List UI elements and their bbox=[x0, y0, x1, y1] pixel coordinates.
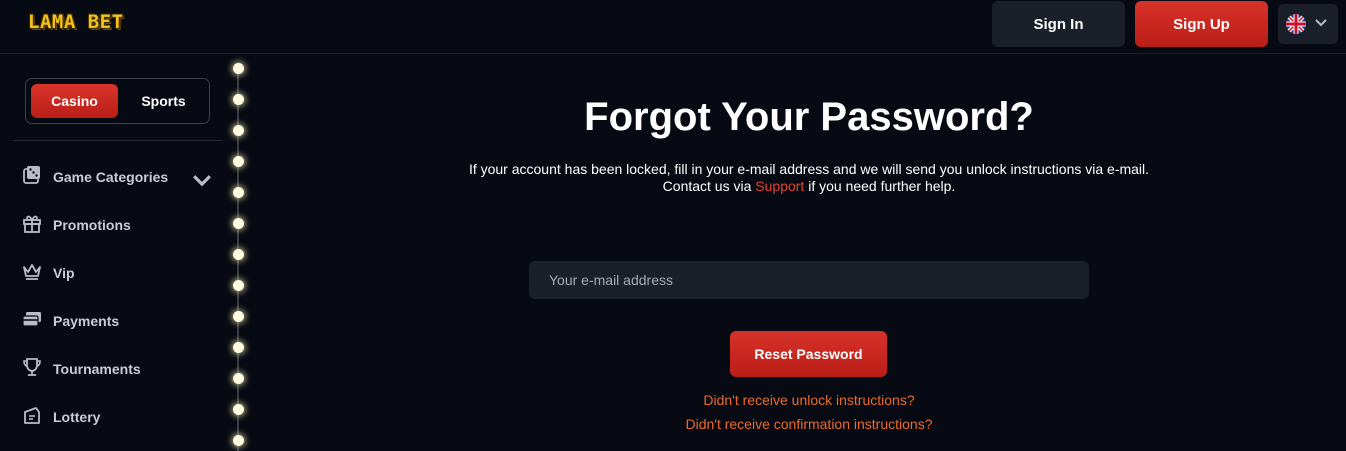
confirmation-instructions-link[interactable]: Didn't receive confirmation instructions… bbox=[580, 416, 1038, 432]
email-input[interactable] bbox=[529, 261, 1089, 299]
description-line: If your account has been locked, fill in… bbox=[468, 161, 1150, 177]
chevron-down-icon[interactable] bbox=[191, 170, 213, 197]
chevron-down-icon bbox=[1314, 15, 1328, 33]
sidebar-item-tournaments[interactable]: Tournaments bbox=[21, 354, 221, 384]
cards-icon bbox=[21, 308, 43, 335]
sports-tab[interactable]: Sports bbox=[121, 84, 206, 118]
language-selector[interactable] bbox=[1278, 4, 1338, 44]
ticket-icon bbox=[21, 404, 43, 431]
sidebar-item-label: Vip bbox=[53, 265, 75, 281]
light-bulb bbox=[233, 218, 244, 229]
contact-text-after: if you need further help. bbox=[808, 178, 956, 194]
sidebar-item-promotions[interactable]: Promotions bbox=[21, 210, 221, 240]
support-link[interactable]: Support bbox=[755, 178, 804, 194]
gift-icon bbox=[21, 212, 43, 239]
light-bulb bbox=[233, 63, 244, 74]
unlock-instructions-link[interactable]: Didn't receive unlock instructions? bbox=[580, 392, 1038, 408]
sidebar-item-lottery[interactable]: Lottery bbox=[21, 402, 221, 432]
light-bulb bbox=[233, 249, 244, 260]
reset-password-button[interactable]: Reset Password bbox=[730, 331, 887, 377]
trophy-icon bbox=[21, 356, 43, 383]
casino-tab[interactable]: Casino bbox=[31, 84, 118, 118]
sidebar-item-label: Lottery bbox=[53, 409, 101, 425]
sidebar-divider bbox=[13, 140, 222, 141]
page-title: Forgot Your Password? bbox=[584, 95, 1034, 139]
casino-sports-switch: Casino Sports bbox=[25, 78, 210, 124]
sidebar-item-game-categories[interactable]: Game Categories bbox=[21, 162, 221, 192]
sign-in-button[interactable]: Sign In bbox=[992, 1, 1125, 47]
light-bulb bbox=[233, 280, 244, 291]
contact-text: Contact us via bbox=[662, 178, 752, 194]
crown-icon bbox=[21, 260, 43, 287]
uk-flag-icon bbox=[1286, 14, 1306, 34]
sidebar-item-payments[interactable]: Payments bbox=[21, 306, 221, 336]
description-line-contact: Contact us via Support if you need furth… bbox=[380, 178, 1238, 195]
site-logo[interactable]: LAMA BET bbox=[28, 11, 124, 33]
sidebar-item-label: Payments bbox=[53, 313, 120, 329]
page-description: If your account has been locked, fill in… bbox=[380, 161, 1238, 195]
light-bulb bbox=[233, 156, 244, 167]
light-bulb bbox=[233, 187, 244, 198]
light-bulb bbox=[233, 125, 244, 136]
light-bulb bbox=[233, 404, 244, 415]
light-bulb bbox=[233, 435, 244, 446]
light-bulb bbox=[233, 94, 244, 105]
sign-up-button[interactable]: Sign Up bbox=[1135, 1, 1268, 47]
sidebar-item-label: Tournaments bbox=[53, 361, 141, 377]
light-bulb bbox=[233, 373, 244, 384]
sidebar-item-label: Game Categories bbox=[53, 169, 169, 185]
dice-icon bbox=[21, 164, 43, 191]
sidebar-item-vip[interactable]: Vip bbox=[21, 258, 221, 288]
light-bulb bbox=[233, 311, 244, 322]
light-bulb bbox=[233, 342, 244, 353]
top-header: LAMA BET Sign In Sign Up bbox=[0, 0, 1346, 54]
sidebar-item-label: Promotions bbox=[53, 217, 131, 233]
